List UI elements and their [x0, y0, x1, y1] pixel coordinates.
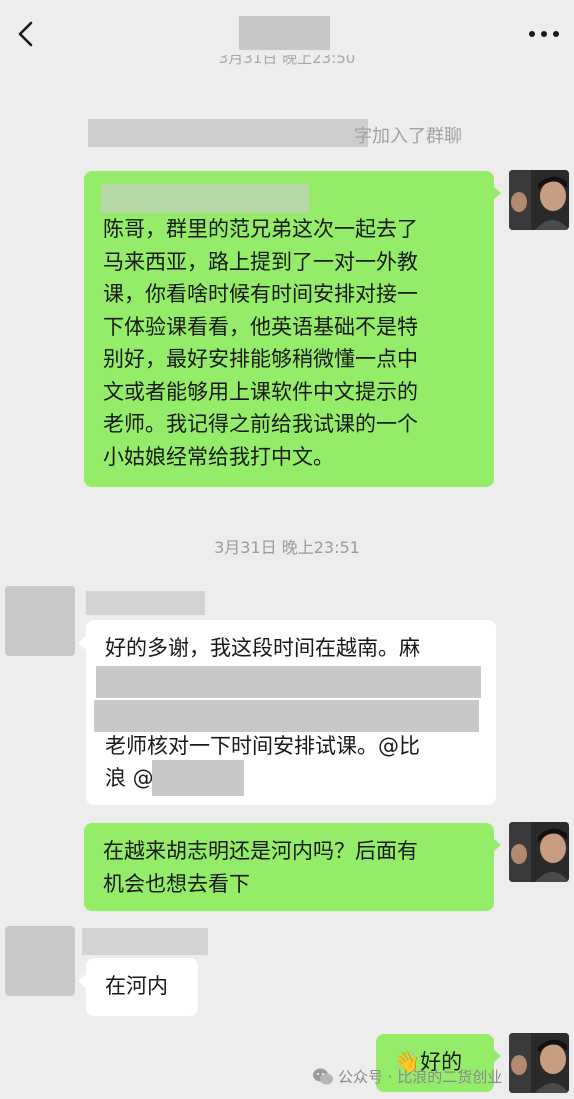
bubble-tail: [78, 974, 86, 988]
avatar-other[interactable]: [5, 926, 75, 996]
timestamp-partial: 3月31日 晚上23:50: [218, 55, 356, 67]
avatar-photo: [509, 1033, 569, 1093]
chat-title-redacted: [239, 16, 330, 50]
avatar-self[interactable]: [509, 1033, 569, 1093]
timestamp: 3月31日 晚上23:51: [214, 538, 360, 557]
message-line: 下体验课看看，他英语基础不是特: [103, 314, 418, 339]
message-line: 浪 @: [105, 766, 154, 790]
message-line: 课，你看啥时候有时间安排对接一: [103, 282, 418, 306]
avatar-other[interactable]: [5, 586, 75, 656]
chevron-left-icon[interactable]: [14, 20, 38, 48]
message-line: 老师核对一下时间安排试课。@比: [105, 734, 420, 758]
message-line: 陈哥，群里的范兄弟这次一起去了: [103, 217, 418, 241]
message-line: 在越来胡志明还是河内吗？后面有: [103, 839, 418, 863]
join-notice-text: 字加入了群聊: [354, 126, 462, 147]
message-bubble-other[interactable]: 好的多谢，我这段时间在越南。麻 老师核对一下时间安排试课。@比 浪 @: [86, 620, 496, 805]
message-bubble-self[interactable]: 陈哥，群里的范兄弟这次一起去了 马来西亚，路上提到了一对一外教 课，你看啥时候有…: [84, 171, 494, 487]
avatar-photo: [509, 170, 569, 230]
wechat-icon: [313, 1068, 333, 1084]
bubble-tail: [78, 636, 86, 650]
more-dots-icon[interactable]: [528, 30, 560, 38]
avatar-self[interactable]: [509, 170, 569, 230]
message-line: 机会也想去看下: [103, 871, 250, 896]
message-line: 好的多谢，我这段时间在越南。麻: [105, 636, 420, 660]
message-bubble-self[interactable]: 在越来胡志明还是河内吗？后面有 机会也想去看下: [84, 823, 494, 911]
avatar-photo: [509, 822, 569, 882]
message-bubble-other[interactable]: 在河内: [86, 958, 198, 1016]
redacted-name: [88, 119, 368, 147]
bubble-tail: [493, 1049, 501, 1063]
message-line: 别好，最好安排能够稍微懂一点中: [103, 347, 418, 371]
message-line: 文或者能够用上课软件中文提示的: [103, 379, 418, 404]
message-line: 马来西亚，路上提到了一对一外教: [103, 249, 418, 274]
bubble-tail: [493, 186, 501, 200]
avatar-self[interactable]: [509, 822, 569, 882]
redacted-text: [96, 666, 481, 698]
redacted-text: [94, 700, 479, 732]
quoted-redacted: [101, 184, 309, 213]
sender-name-redacted: [86, 591, 205, 615]
message-text: 在河内: [105, 974, 168, 998]
watermark: 公众号 · 比浪的二货创业: [312, 1066, 502, 1090]
message-line: 老师。我记得之前给我试课的一个: [103, 412, 418, 436]
watermark-text: 公众号 · 比浪的二货创业: [338, 1068, 503, 1086]
message-line: 小姑娘经常给我打中文。: [103, 444, 334, 469]
redacted-mention: [152, 760, 244, 796]
bubble-tail: [493, 838, 501, 852]
sender-name-redacted: [82, 928, 208, 955]
